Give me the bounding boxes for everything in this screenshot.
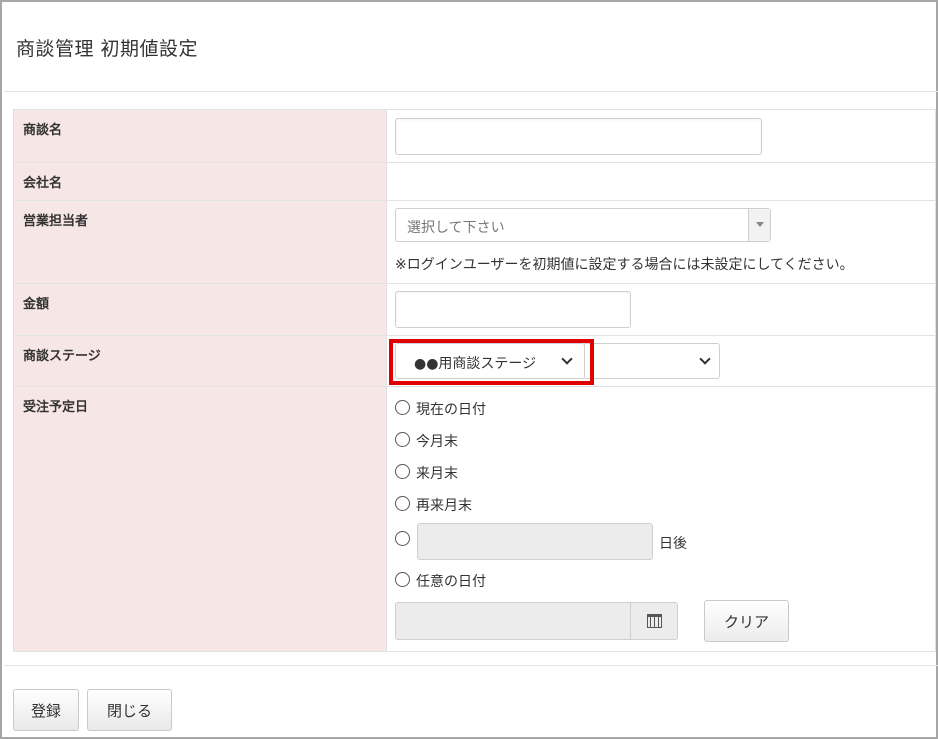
sales-rep-label: 営業担当者: [13, 200, 387, 284]
form-row-sales-rep: 営業担当者 選択して下さい ※ログインユーザーを初期値に設定する場合には未設定に…: [13, 200, 936, 284]
form-row-stage: 商談ステージ ●●用商談ステージ: [13, 335, 936, 387]
caret-down-icon: [756, 222, 764, 227]
radio-label: 任意の日付: [416, 574, 486, 590]
page-title: 商談管理 初期値設定: [16, 38, 199, 60]
radio-label: 再来月末: [416, 498, 472, 514]
stage-type-select[interactable]: ●●用商談ステージ: [395, 343, 585, 379]
radio-label: 現在の日付: [416, 402, 486, 418]
clear-button[interactable]: クリア: [704, 600, 789, 642]
settings-form: 商談名 会社名 営業担当者 選択して下さい ※ログインユーザーを初期値に設定する…: [13, 109, 936, 652]
stage-sub-select[interactable]: [583, 343, 720, 379]
radio-end-of-month-after-next[interactable]: 再来月末: [395, 490, 927, 522]
radio-button[interactable]: [395, 432, 410, 447]
stage-label: 商談ステージ: [13, 335, 387, 387]
radio-button[interactable]: [395, 572, 410, 587]
radio-current-date[interactable]: 現在の日付: [395, 394, 927, 426]
calendar-button[interactable]: [630, 602, 678, 640]
deal-name-input[interactable]: [395, 118, 762, 155]
company-value: [386, 162, 936, 201]
amount-label: 金額: [13, 283, 387, 336]
radio-button[interactable]: [395, 464, 410, 479]
radio-label: 今月末: [416, 434, 458, 450]
radio-button[interactable]: [395, 531, 410, 546]
deal-name-label: 商談名: [13, 109, 387, 163]
company-label: 会社名: [13, 162, 387, 201]
days-after-suffix: 日後: [659, 536, 687, 552]
radio-label: 来月末: [416, 466, 458, 482]
calendar-icon: [647, 614, 662, 628]
radio-button[interactable]: [395, 496, 410, 511]
form-row-amount: 金額: [13, 283, 936, 336]
footer-divider: [4, 665, 938, 666]
sales-rep-placeholder: 選択して下さい: [407, 220, 505, 236]
form-row-company: 会社名: [13, 162, 936, 201]
sales-rep-dropdown-button[interactable]: [748, 209, 770, 241]
sales-rep-note: ※ログインユーザーを初期値に設定する場合には未設定にしてください。: [395, 257, 854, 273]
radio-days-after[interactable]: 日後: [395, 522, 927, 566]
register-button[interactable]: 登録: [13, 689, 79, 731]
sales-rep-select[interactable]: 選択して下さい: [395, 208, 771, 242]
form-row-deal-name: 商談名: [13, 109, 936, 163]
stage-selects: ●●用商談ステージ: [389, 339, 927, 385]
dialog-header: 商談管理 初期値設定: [4, 4, 938, 92]
custom-date-picker: クリア: [395, 600, 927, 642]
chevron-down-icon: [561, 353, 573, 365]
custom-date-input[interactable]: [395, 602, 631, 640]
chevron-down-icon: [699, 353, 711, 365]
close-button[interactable]: 閉じる: [87, 689, 172, 731]
radio-end-of-next-month[interactable]: 来月末: [395, 458, 927, 490]
stage-type-value: ●●用商談ステージ: [414, 356, 537, 372]
radio-end-of-month[interactable]: 今月末: [395, 426, 927, 458]
form-row-order-date: 受注予定日 現在の日付 今月末 来月末 再来月末 日後 任意の日付 クリア: [13, 386, 936, 652]
radio-button[interactable]: [395, 400, 410, 415]
radio-custom-date[interactable]: 任意の日付: [395, 566, 927, 598]
days-after-input[interactable]: [417, 523, 653, 560]
amount-input[interactable]: [395, 291, 631, 328]
order-date-label: 受注予定日: [13, 386, 387, 652]
